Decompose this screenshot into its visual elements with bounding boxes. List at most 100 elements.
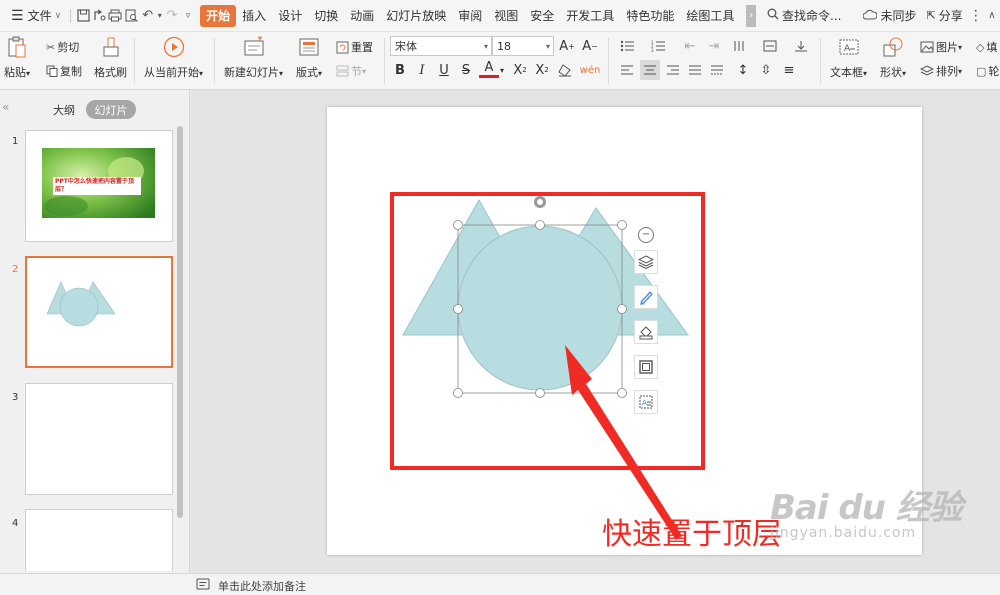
cut-button[interactable]: ✂ 剪切 [46,39,79,55]
tab-transitions[interactable]: 切换 [308,5,344,27]
panel-scrollbar[interactable] [177,126,183,518]
textbox-button[interactable]: A 文本框▾ [830,36,867,80]
section-button[interactable]: 节 ▾ [336,63,366,79]
menu-bar: ☰ 文件 ∨ ↶ ▾ ↷ ▿ 开始 插入 设计 切换 动画 幻灯片放映 审阅 视… [0,0,1000,32]
notes-placeholder[interactable]: 单击此处添加备注 [218,578,306,594]
align-left-icon[interactable] [617,60,637,80]
annotation-arrow [565,345,682,540]
annotation-label: 快速置于顶层 [602,517,782,552]
font-name-value: 宋体 [395,40,417,53]
slide-thumbnail-3[interactable] [25,383,173,495]
tab-outline[interactable]: 大纲 [46,100,82,119]
print-preview-icon[interactable] [123,5,139,27]
save-icon[interactable] [75,5,91,27]
bring-to-front-icon[interactable] [634,250,658,274]
tab-animations[interactable]: 动画 [344,5,380,27]
font-name-select[interactable]: 宋体 ▾ [390,36,492,56]
from-current-button[interactable]: 从当前开始▾ [144,36,203,80]
layout-button[interactable]: 版式▾ [296,36,322,80]
columns-icon[interactable] [730,36,750,56]
reset-button[interactable]: 重置 [336,39,373,55]
tab-slideshow[interactable]: 幻灯片放映 [380,5,452,27]
ribbon-tabs: 开始 插入 设计 切换 动画 幻灯片放映 审阅 视图 安全 开发工具 特色功能 … [200,4,740,27]
phonetic-icon[interactable]: wén [580,60,601,80]
notes-icon[interactable] [196,578,210,592]
grow-font-icon[interactable]: A + [557,36,577,56]
slide-2-preview [46,281,116,327]
more-menu-icon[interactable]: ⋮ [968,5,984,27]
arrange-button[interactable]: 排列 ▾ [920,63,962,79]
numbering-icon[interactable]: 123 [648,36,668,56]
fill-icon: ◇ [976,40,985,54]
fill-label: 填 [986,41,998,54]
align-right-icon[interactable] [663,60,683,80]
superscript-icon[interactable]: X2 [510,60,530,80]
file-menu[interactable]: ☰ 文件 ∨ [6,5,66,27]
copy-button[interactable]: 复制 [46,63,82,79]
bullets-icon[interactable] [617,36,637,56]
tab-insert[interactable]: 插入 [236,5,272,27]
font-color-icon[interactable]: A [479,60,499,78]
tab-developer[interactable]: 开发工具 [560,5,620,27]
tab-drawing-tools[interactable]: 绘图工具 [680,5,740,27]
from-current-label: 从当前开始 [144,66,199,79]
paragraph-spacing-icon[interactable]: ⇳ [756,60,776,80]
shape-style-icon[interactable] [634,285,658,309]
slide-thumbnail-4[interactable] [25,509,173,571]
shape-fill-icon[interactable] [634,320,658,344]
bold-icon[interactable]: B [390,60,410,80]
increase-indent-icon[interactable]: ⇥ [704,36,724,56]
text-wrap-icon[interactable]: A [634,390,658,414]
chevron-down-icon: ▾ [279,69,284,78]
tab-review[interactable]: 审阅 [452,5,488,27]
expand-ribbon-icon[interactable]: ∧ [984,5,1000,27]
strikethrough-icon[interactable]: S [456,60,476,80]
decrease-indent-icon[interactable]: ⇤ [680,36,700,56]
format-painter-button[interactable]: 格式刷 [94,36,127,80]
paragraph-settings-icon[interactable]: ≡ [779,60,799,80]
justify-icon[interactable] [685,60,705,80]
font-color-dropdown-icon[interactable]: ▾ [497,60,507,80]
tab-security[interactable]: 安全 [524,5,560,27]
distribute-icon[interactable] [707,60,727,80]
search-command[interactable]: 查找命令... [762,5,846,27]
tab-slides[interactable]: 幻灯片 [86,100,136,119]
circle-shape[interactable] [457,225,623,391]
copy-label: 复制 [60,65,82,78]
export-icon[interactable] [91,5,107,27]
tab-view[interactable]: 视图 [488,5,524,27]
customize-icon[interactable]: ▿ [180,5,196,27]
fill-button[interactable]: ◇ 填 [976,39,997,55]
chevron-down-icon: ▾ [902,69,907,78]
print-icon[interactable] [107,5,123,27]
line-spacing-icon[interactable]: ↕ [733,60,753,80]
shape-outline-icon[interactable] [634,355,658,379]
shape-button[interactable]: 形状▾ [880,36,906,80]
undo-icon[interactable]: ↶ [140,5,156,27]
shrink-font-icon[interactable]: A − [580,36,600,56]
rotate-handle[interactable] [534,196,546,208]
undo-dropdown-icon[interactable]: ▾ [156,5,164,27]
redo-icon[interactable]: ↷ [164,5,180,27]
align-text-icon[interactable] [760,36,780,56]
slide-thumbnail-1[interactable]: PPT中怎么快速把内容置于顶层？ [25,130,173,242]
subscript-icon[interactable]: X2 [532,60,552,80]
clear-format-icon[interactable] [555,60,575,80]
more-tabs-icon[interactable]: › [746,4,757,27]
font-size-select[interactable]: 18 ▾ [492,36,554,56]
paste-button[interactable]: 粘贴▾ [4,36,30,80]
new-slide-button[interactable]: 新建幻灯片▾ [224,36,283,80]
italic-icon[interactable]: I [412,60,432,80]
underline-icon[interactable]: U [434,60,454,80]
share-button[interactable]: ⇱ 分享 [922,5,968,27]
collapse-toolbar-icon[interactable]: − [638,227,654,243]
text-direction-icon[interactable] [791,36,811,56]
tab-design[interactable]: 设计 [272,5,308,27]
slide-thumbnail-2[interactable] [25,256,173,368]
tab-features[interactable]: 特色功能 [620,5,680,27]
sync-status[interactable]: 未同步 [858,5,921,27]
outline-button[interactable]: ▢ 轮 [976,63,999,79]
align-center-icon[interactable] [640,60,660,80]
tab-home[interactable]: 开始 [200,4,237,27]
picture-button[interactable]: 图片 ▾ [920,39,962,55]
